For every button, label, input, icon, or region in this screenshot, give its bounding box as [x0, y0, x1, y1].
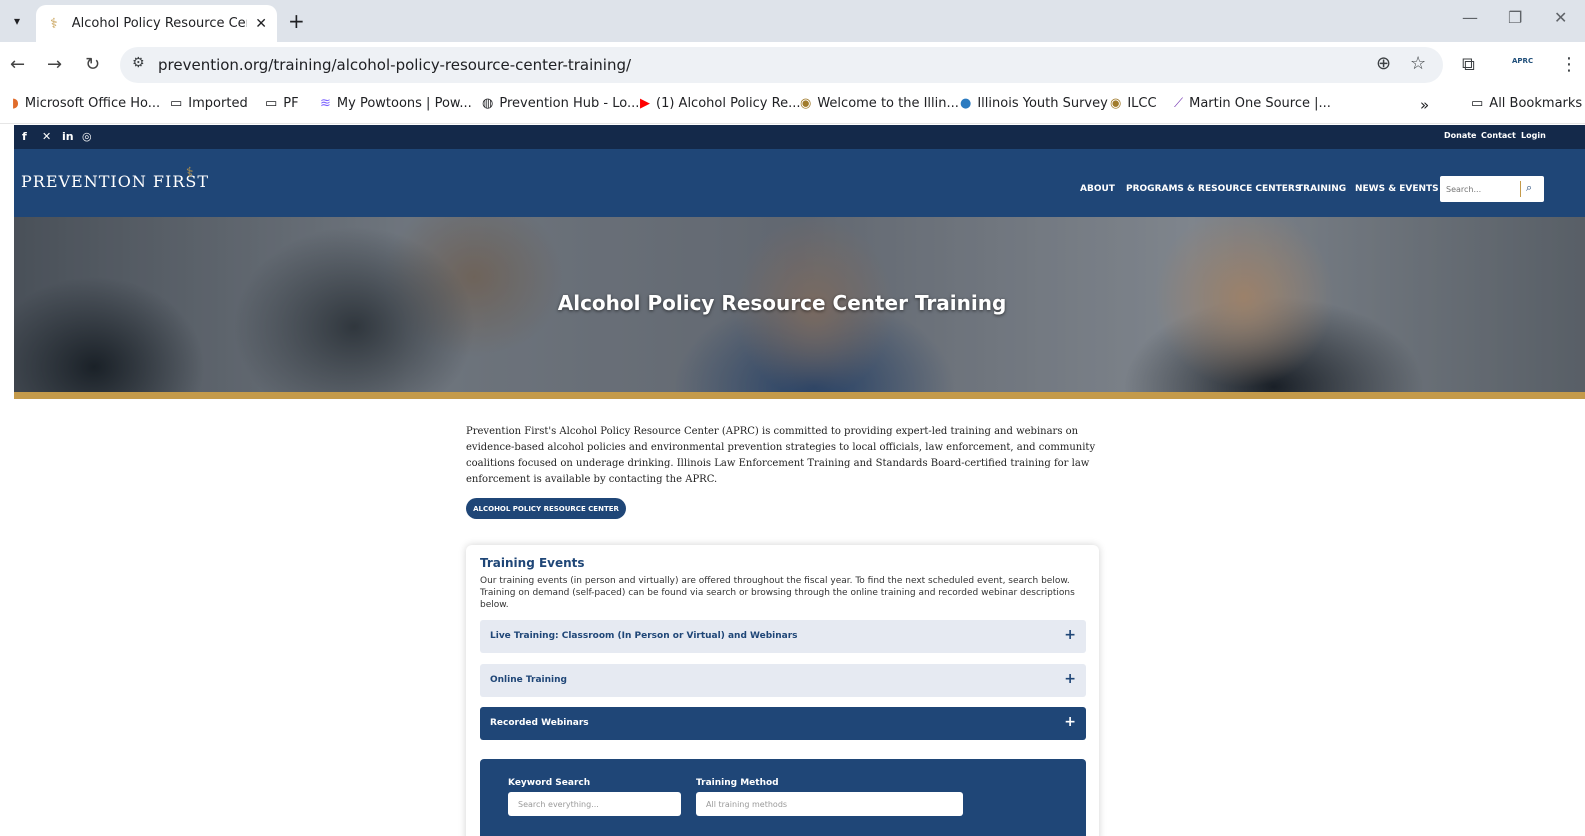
restore-icon[interactable]: ❐ [1508, 8, 1522, 27]
nav-about[interactable]: ABOUT [1080, 184, 1115, 194]
globe-icon: ◍ [482, 96, 494, 111]
hero-accent-bar [14, 392, 1585, 399]
top-utility-strip: f ✕ in ◎ Donate Contact Login [14, 125, 1585, 149]
aprc-button[interactable]: ALCOHOL POLICY RESOURCE CENTER [466, 498, 626, 519]
office-icon: ◗ [12, 96, 19, 111]
training-events-title: Training Events [480, 556, 585, 570]
martin-icon: ⟋ [1174, 96, 1184, 111]
linkedin-icon[interactable]: in [62, 130, 74, 143]
address-bar[interactable]: ⚙ prevention.org/training/alcohol-policy… [120, 47, 1443, 83]
accordion-label: Online Training [490, 675, 567, 685]
expand-plus-icon: + [1064, 714, 1076, 730]
bookmark-item[interactable]: ● Illinois Youth Survey [960, 96, 1108, 111]
logo-mark-icon: ⚕ [186, 165, 194, 181]
youtube-icon: ▶ [640, 96, 650, 111]
accordion-label: Live Training: Classroom (In Person or V… [490, 631, 798, 641]
instagram-icon[interactable]: ◎ [82, 130, 92, 143]
back-icon[interactable]: ← [10, 54, 25, 75]
minimize-icon[interactable]: — [1462, 8, 1478, 27]
nav-training[interactable]: TRAINING [1297, 184, 1346, 194]
bookmark-item[interactable]: ≋ My Powtoons | Pow... [320, 96, 472, 111]
seal-icon: ◉ [800, 96, 812, 111]
keyword-search-label: Keyword Search [508, 778, 591, 788]
bookmarks-overflow-icon[interactable]: » [1420, 96, 1429, 114]
nav-news-events[interactable]: NEWS & EVENTS [1355, 184, 1439, 194]
tab-close-icon[interactable]: ✕ [255, 16, 267, 32]
powtoon-icon: ≋ [320, 96, 331, 111]
site-search-input[interactable] [1446, 181, 1516, 197]
profile-avatar[interactable]: APRC [1512, 57, 1533, 65]
tab-title: Alcohol Policy Resource Center Training [71, 16, 247, 31]
training-events-description: Our training events (in person and virtu… [480, 576, 1075, 610]
login-link[interactable]: Login [1521, 131, 1546, 140]
training-events-card: Training Events Our training events (in … [466, 545, 1099, 836]
bookmark-item[interactable]: ◗ Microsoft Office Ho... [12, 96, 160, 111]
contact-link[interactable]: Contact [1481, 131, 1516, 140]
site-logo[interactable]: PREVENTION FIRST [21, 172, 209, 191]
donate-link[interactable]: Donate [1444, 131, 1476, 140]
site-search: ⌕ [1440, 176, 1544, 202]
accordion-label: Recorded Webinars [490, 718, 589, 728]
browser-tab-bar: ▾ ⚕ Alcohol Policy Resource Center Train… [0, 0, 1585, 42]
keyword-search-input[interactable] [508, 792, 681, 816]
url-text[interactable]: prevention.org/training/alcohol-policy-r… [158, 56, 631, 74]
menu-dots-icon[interactable]: ⋮ [1560, 54, 1578, 75]
reload-icon[interactable]: ↻ [85, 54, 100, 75]
globe-icon: ● [960, 96, 972, 111]
bookmark-folder[interactable]: ▭ Imported [170, 96, 248, 111]
all-bookmarks-folder[interactable]: ▭ All Bookmarks [1471, 96, 1582, 111]
bookmark-item[interactable]: ◍ Prevention Hub - Lo... [482, 96, 639, 111]
main-navigation: PREVENTION FIRST ⚕ ABOUT PROGRAMS & RESO… [14, 149, 1585, 217]
new-tab-button[interactable]: + [288, 9, 305, 33]
search-filters-panel: Keyword Search Training Method [480, 759, 1086, 836]
bookmarks-bar: ◗ Microsoft Office Ho... ▭ Imported ▭ PF ≋ M… [0, 88, 1585, 124]
search-divider [1520, 181, 1521, 197]
bookmark-item[interactable]: ⟋ Martin One Source |... [1174, 96, 1331, 111]
accordion-live-training[interactable]: Live Training: Classroom (In Person or V… [480, 620, 1086, 653]
bookmark-star-icon[interactable]: ☆ [1410, 53, 1426, 74]
folder-icon: ▭ [1471, 96, 1484, 111]
training-method-select[interactable] [696, 792, 963, 816]
close-window-icon[interactable]: ✕ [1554, 8, 1567, 27]
hero-banner: Alcohol Policy Resource Center Training [14, 217, 1585, 392]
zoom-icon[interactable]: ⊕ [1376, 53, 1391, 74]
site-info-icon[interactable]: ⚙ [132, 55, 145, 71]
bookmark-item[interactable]: ▶ (1) Alcohol Policy Re... [640, 96, 800, 111]
page-title: Alcohol Policy Resource Center Training [557, 291, 1007, 315]
training-method-label: Training Method [696, 778, 779, 788]
browser-tab-active[interactable]: ⚕ Alcohol Policy Resource Center Trainin… [36, 5, 277, 42]
expand-plus-icon: + [1064, 627, 1076, 643]
facebook-icon[interactable]: f [22, 130, 27, 143]
browser-toolbar: ← → ↻ ⚙ prevention.org/training/alcohol-… [0, 42, 1585, 88]
seal-icon: ◉ [1110, 96, 1122, 111]
web-page: f ✕ in ◎ Donate Contact Login PREVENTION… [14, 125, 1585, 836]
site-favicon-icon: ⚕ [50, 15, 58, 32]
intro-paragraph: Prevention First's Alcohol Policy Resour… [466, 426, 1096, 485]
expand-plus-icon: + [1064, 671, 1076, 687]
extensions-icon[interactable]: ⧉ [1462, 54, 1475, 75]
forward-icon[interactable]: → [47, 54, 62, 75]
accordion-recorded-webinars[interactable]: Recorded Webinars + [480, 707, 1086, 740]
bookmark-folder[interactable]: ▭ PF [265, 96, 299, 111]
nav-programs[interactable]: PROGRAMS & RESOURCE CENTERS [1126, 184, 1301, 194]
bookmark-item[interactable]: ◉ Welcome to the Illin... [800, 96, 959, 111]
x-twitter-icon[interactable]: ✕ [42, 130, 51, 143]
accordion-online-training[interactable]: Online Training + [480, 664, 1086, 697]
bookmark-item[interactable]: ◉ ILCC [1110, 96, 1157, 111]
folder-icon: ▭ [170, 96, 183, 111]
folder-icon: ▭ [265, 96, 278, 111]
search-icon[interactable]: ⌕ [1526, 181, 1532, 195]
tab-search-chevron-icon[interactable]: ▾ [6, 10, 28, 32]
